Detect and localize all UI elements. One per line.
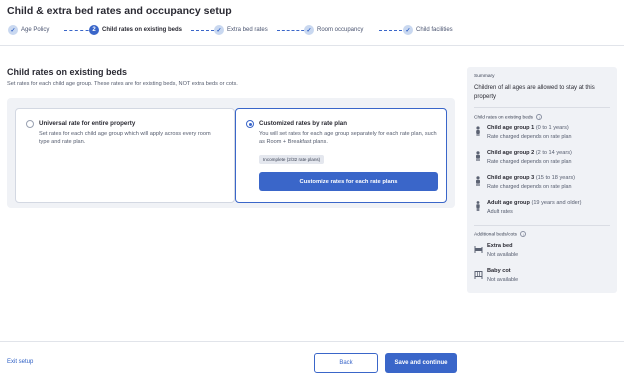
age-group-range: (0 to 1 years)	[535, 125, 569, 131]
step-extra-bed-rates[interactable]: ✓ Extra bed rates	[214, 24, 268, 36]
footer-divider	[0, 341, 624, 342]
age-group-range: (19 years and older)	[531, 200, 582, 206]
age-group-detail: Rate charged depends on rate plan	[487, 159, 572, 165]
age-group-detail: Rate charged depends on rate plan	[487, 184, 572, 190]
age-group-name: Adult age group	[487, 200, 530, 206]
age-group-item: Child age group 2 (2 to 14 years) Rate c…	[474, 150, 614, 168]
age-group-item: Child age group 3 (15 to 18 years) Rate …	[474, 175, 614, 193]
progress-stepper: ✓ Age Policy 2 Child rates on existing b…	[7, 24, 477, 36]
age-group-range: (15 to 18 years)	[535, 175, 575, 181]
beds-heading-text: Additional beds/cots	[474, 232, 517, 238]
check-icon: ✓	[8, 25, 18, 35]
step-child-rates[interactable]: 2 Child rates on existing beds	[89, 24, 182, 36]
save-and-continue-button[interactable]: Save and continue	[385, 353, 457, 373]
bed-detail: Not available	[487, 277, 519, 283]
exit-setup-link[interactable]: Exit setup	[7, 359, 33, 365]
option-title: Customized rates by rate plan	[259, 120, 348, 127]
option-description: You will set rates for each age group se…	[259, 131, 437, 145]
info-icon[interactable]: i	[520, 231, 527, 237]
bed-name: Baby cot	[487, 268, 511, 274]
check-icon: ✓	[214, 25, 224, 35]
age-group-detail: Rate charged depends on rate plan	[487, 134, 572, 140]
section-title: Child rates on existing beds	[7, 67, 128, 77]
customized-rate-radio[interactable]	[246, 120, 254, 128]
age-group-name: Child age group 1	[487, 125, 535, 131]
rate-options-panel: Universal rate for entire property Set r…	[7, 98, 455, 208]
step-number: 2	[89, 25, 99, 35]
child-icon	[476, 151, 480, 161]
check-icon: ✓	[403, 25, 413, 35]
option-description: Set rates for each child age group which…	[39, 131, 211, 145]
age-group-range: (2 to 14 years)	[535, 150, 572, 156]
child-rates-heading-text: Child rates on existing beds	[474, 115, 533, 121]
beds-heading: Additional beds/cots i	[474, 231, 527, 238]
child-icon	[476, 176, 480, 186]
summary-divider	[474, 107, 610, 108]
back-button[interactable]: Back	[314, 353, 378, 373]
customize-rates-button[interactable]: Customize rates for each rate plans	[259, 172, 438, 191]
child-rates-heading: Child rates on existing beds i	[474, 114, 543, 121]
step-child-facilities[interactable]: ✓ Child facilities	[403, 24, 453, 36]
check-icon: ✓	[304, 25, 314, 35]
step-room-occupancy[interactable]: ✓ Room occupancy	[304, 24, 363, 36]
customized-rate-option[interactable]: Customized rates by rate plan You will s…	[235, 108, 447, 203]
age-group-detail: Adult rates	[487, 209, 513, 215]
info-icon[interactable]: i	[536, 114, 543, 120]
age-group-name: Child age group 3	[487, 175, 535, 181]
status-badge: Incomplete (2/32 rate plans)	[259, 155, 325, 164]
section-description: Set rates for each child age group. Thes…	[7, 81, 238, 87]
page-title: Child & extra bed rates and occupancy se…	[7, 5, 232, 17]
summary-divider	[474, 225, 610, 226]
summary-panel: Summary Children of all ages are allowed…	[467, 67, 617, 293]
step-label: Age Policy	[21, 27, 50, 33]
adult-icon	[476, 201, 480, 211]
summary-heading: Summary	[474, 74, 495, 79]
option-title: Universal rate for entire property	[39, 120, 136, 127]
child-small-icon	[476, 126, 480, 136]
summary-statement: Children of all ages are allowed to stay…	[474, 85, 595, 100]
step-label: Child rates on existing beds	[102, 27, 183, 33]
step-age-policy[interactable]: ✓ Age Policy	[8, 24, 49, 36]
step-label: Extra bed rates	[227, 27, 268, 33]
universal-rate-option[interactable]: Universal rate for entire property Set r…	[15, 108, 235, 203]
bed-icon	[474, 246, 483, 253]
age-group-name: Child age group 2	[487, 150, 535, 156]
bed-item: Extra bed Not available	[474, 243, 614, 261]
bed-detail: Not available	[487, 252, 519, 258]
crib-icon	[474, 271, 483, 279]
age-group-item: Child age group 1 (0 to 1 years) Rate ch…	[474, 125, 614, 143]
step-label: Room occupancy	[317, 27, 364, 33]
age-group-item: Adult age group (19 years and older) Adu…	[474, 200, 614, 218]
universal-rate-radio[interactable]	[26, 120, 34, 128]
header-divider	[0, 45, 624, 46]
bed-name: Extra bed	[487, 243, 513, 249]
step-label: Child facilities	[416, 27, 453, 33]
bed-item: Baby cot Not available	[474, 268, 614, 286]
